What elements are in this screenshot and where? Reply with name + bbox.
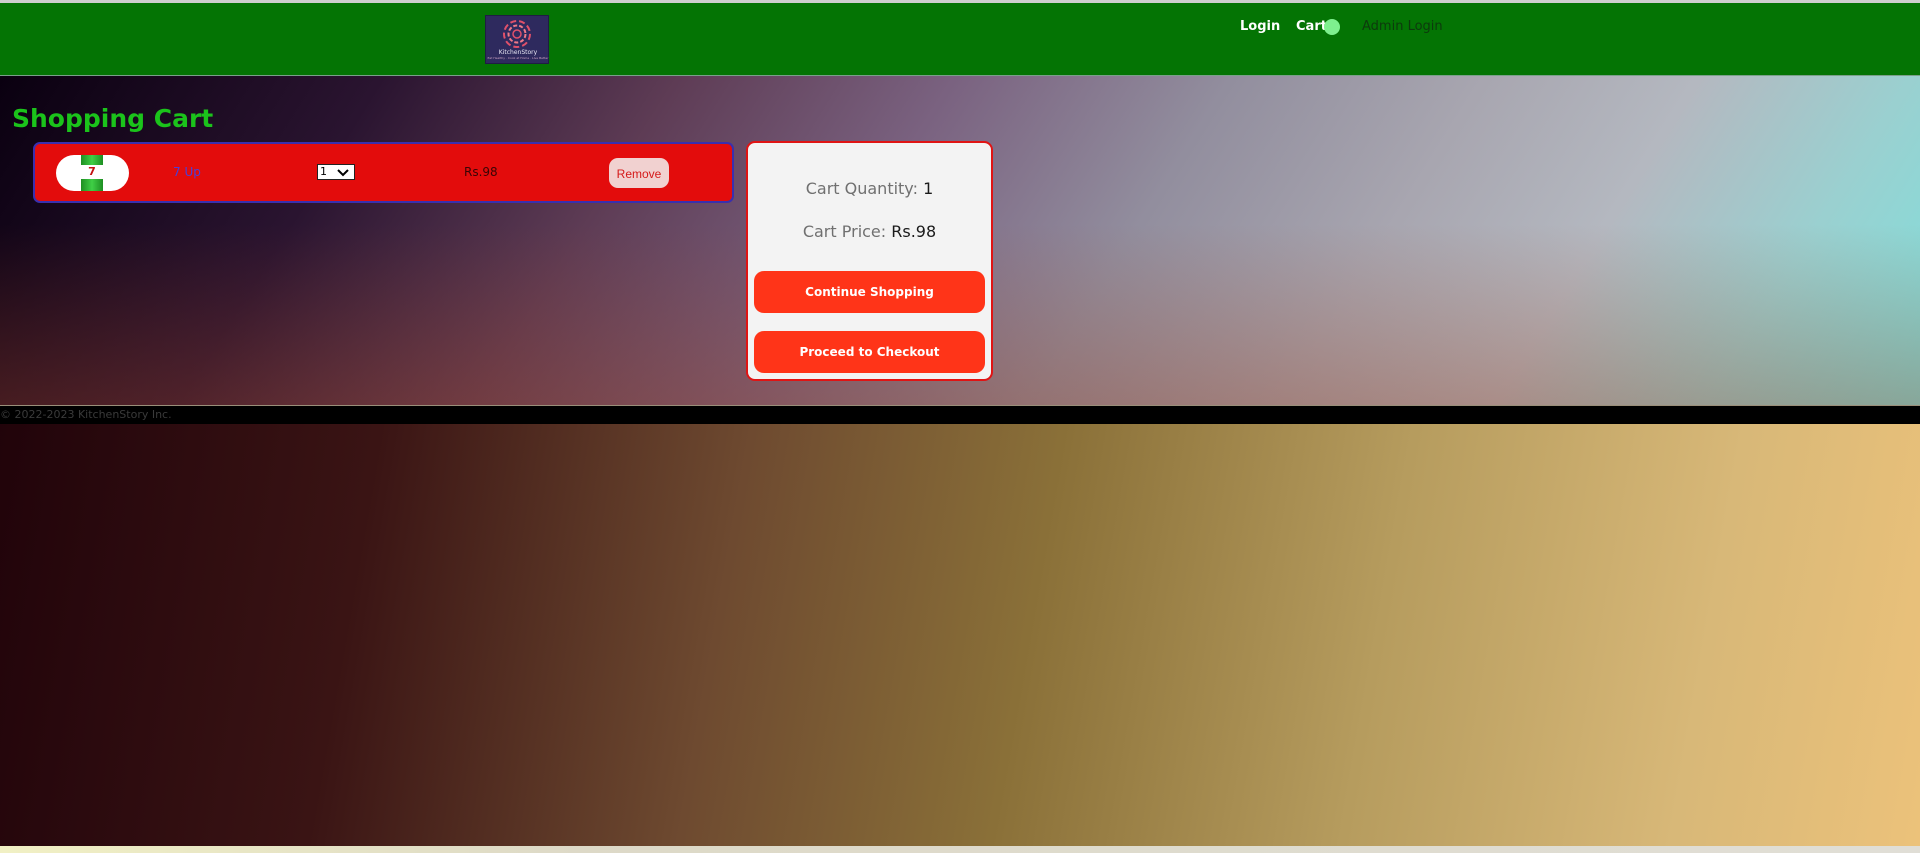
nav-admin-login-link[interactable]: Admin Login: [1362, 19, 1443, 35]
logo-emblem-icon: [503, 20, 531, 48]
remove-item-button[interactable]: Remove: [609, 158, 669, 188]
window-bottom-strip: [0, 846, 1920, 853]
cart-price-line: Cart Price: Rs.98: [748, 222, 991, 242]
cart-price-label: Cart Price:: [802, 222, 887, 241]
copyright-text: © 2022-2023 KitchenStory Inc.: [0, 408, 172, 421]
product-price: Rs.98: [464, 165, 498, 179]
cart-quantity-line: Cart Quantity: 1: [748, 179, 991, 199]
quantity-value: 1: [320, 165, 327, 178]
navbar: KitchenStory Eat Healthy · Cook at Home …: [0, 3, 1920, 75]
logo-tagline: Eat Healthy · Cook at Home · Live Better: [487, 56, 549, 60]
cart-quantity-value: 1: [923, 179, 934, 198]
nav-login-link[interactable]: Login: [1240, 19, 1280, 35]
cart-summary-card: Cart Quantity: 1 Cart Price: Rs.98 Conti…: [746, 141, 993, 381]
cart-quantity-label: Cart Quantity:: [805, 179, 918, 198]
cart-item-row: 7 7 Up 1 Rs.98 Remove: [33, 142, 734, 203]
cart-price-value: Rs.98: [891, 222, 937, 241]
soda-can-icon: 7: [81, 155, 103, 191]
chevron-down-icon: [337, 169, 349, 177]
product-name-link[interactable]: 7 Up: [173, 164, 201, 180]
product-thumbnail: 7: [56, 155, 129, 191]
page-title: Shopping Cart: [12, 103, 214, 133]
continue-shopping-button[interactable]: Continue Shopping: [754, 271, 985, 313]
nav-cart-link[interactable]: Cart: [1296, 19, 1327, 35]
footer: © 2022-2023 KitchenStory Inc.: [0, 406, 1920, 424]
quantity-select[interactable]: 1: [317, 164, 355, 180]
site-logo[interactable]: KitchenStory Eat Healthy · Cook at Home …: [485, 15, 549, 64]
cart-badge: [1324, 19, 1340, 35]
logo-name: KitchenStory: [498, 49, 538, 56]
proceed-to-checkout-button[interactable]: Proceed to Checkout: [754, 331, 985, 373]
cart-page-content: Shopping Cart 7 7 Up 1 Rs.98 Remove Cart…: [0, 76, 1920, 405]
